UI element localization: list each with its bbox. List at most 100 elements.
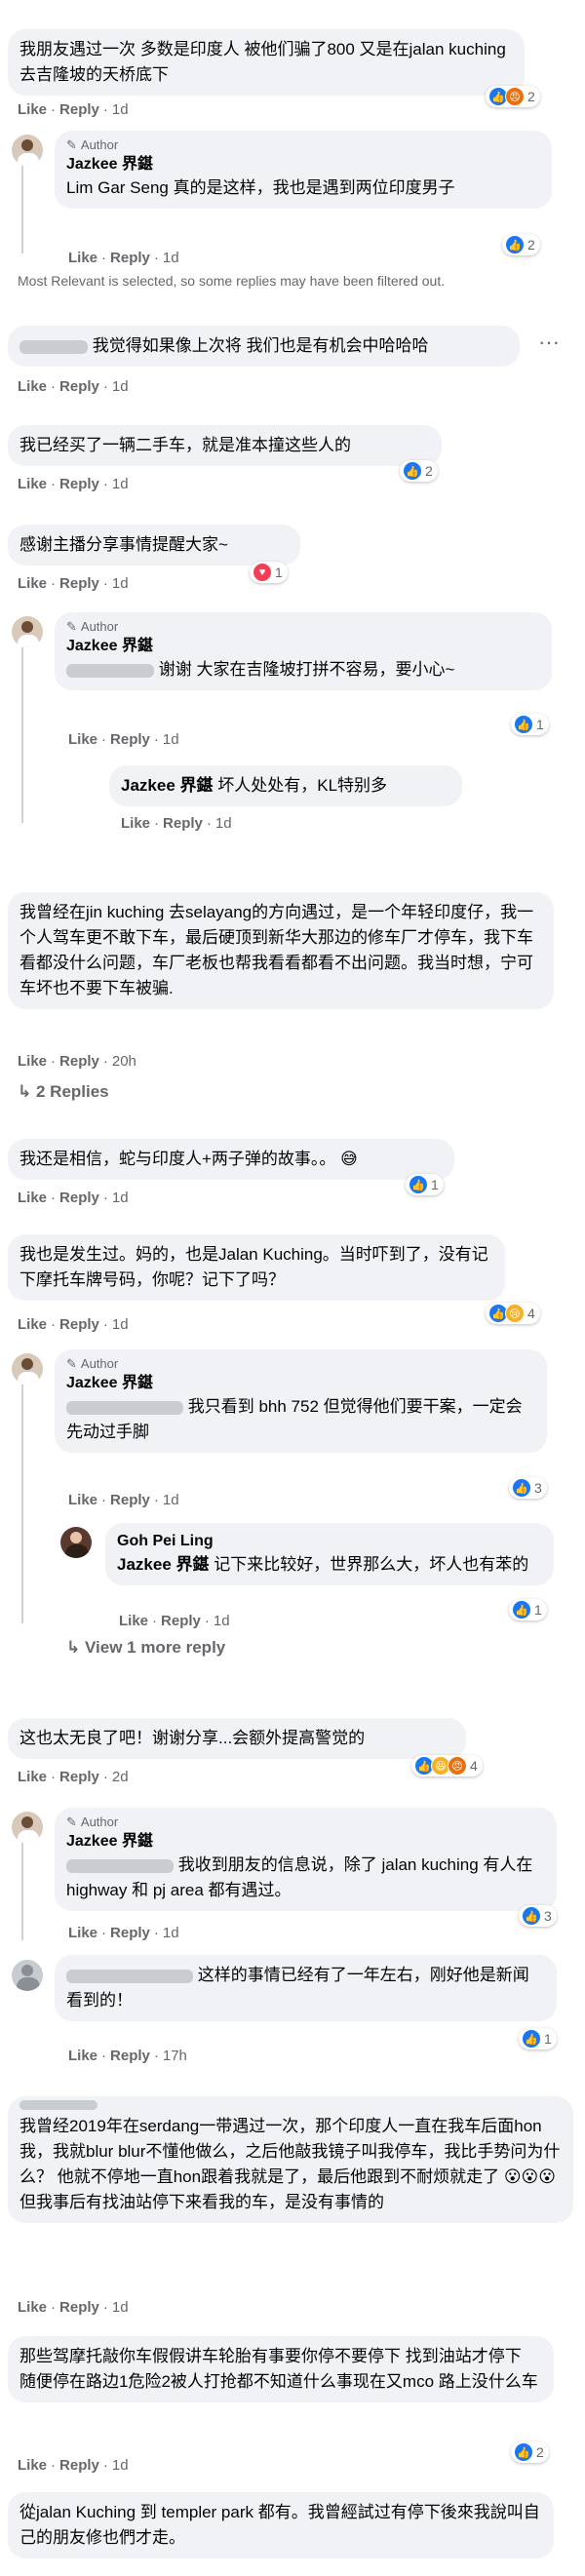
reply-button[interactable]: Reply [163, 815, 203, 832]
reaction-badge[interactable]: 👍 2 [511, 2441, 549, 2463]
timestamp[interactable]: 1d [112, 2457, 129, 2474]
reply-button[interactable]: Reply [59, 575, 99, 592]
like-button[interactable]: Like [18, 378, 47, 395]
like-button[interactable]: Like [68, 1925, 98, 1941]
timestamp[interactable]: 1d [163, 250, 179, 266]
reaction-badge[interactable]: 👍 😆 😠 4 [411, 1755, 483, 1776]
like-button[interactable]: Like [18, 101, 47, 118]
reply-button[interactable]: Reply [110, 250, 150, 266]
timestamp[interactable]: 1d [112, 1190, 129, 1206]
like-button[interactable]: Like [18, 1053, 47, 1070]
reply-button[interactable]: Reply [110, 2048, 150, 2064]
timestamp[interactable]: 1d [112, 101, 129, 118]
reaction-count: 3 [544, 1908, 552, 1924]
avatar[interactable] [12, 1353, 43, 1385]
like-button[interactable]: Like [121, 815, 150, 832]
reaction-badge[interactable]: ♥ 1 [250, 562, 288, 583]
more-options-icon[interactable]: ··· [538, 330, 560, 355]
like-button[interactable]: Like [68, 731, 98, 748]
reply-button[interactable]: Reply [59, 1190, 99, 1206]
reply-button[interactable]: Reply [59, 378, 99, 395]
comment-text: 我曾经在jin kuching 去selayang的方向遇过，是一个年轻印度仔，… [20, 903, 534, 997]
like-button[interactable]: Like [18, 476, 47, 492]
like-button[interactable]: Like [18, 2457, 47, 2474]
timestamp[interactable]: 1d [112, 575, 129, 592]
reply-button[interactable]: Reply [59, 1769, 99, 1785]
reply-arrow-icon: ↳ [18, 1082, 32, 1101]
reaction-count: 1 [534, 1602, 542, 1618]
like-button[interactable]: Like [18, 1190, 47, 1206]
comment-bubble: 感谢主播分享事情提醒大家~ [8, 525, 300, 566]
commenter-name[interactable]: Jazkee 界鍖 [66, 154, 540, 176]
timestamp[interactable]: 1d [112, 476, 129, 492]
reaction-badge[interactable]: 👍 1 [511, 714, 549, 735]
reaction-badge[interactable]: 👍 1 [519, 2028, 557, 2049]
reply-button[interactable]: Reply [110, 1492, 150, 1508]
timestamp[interactable]: 1d [163, 731, 179, 748]
reply-button[interactable]: Reply [161, 1613, 201, 1629]
like-button[interactable]: Like [18, 1769, 47, 1785]
timestamp[interactable]: 1d [112, 1316, 129, 1333]
commenter-name[interactable]: Jazkee 界鍖 [121, 776, 214, 795]
reaction-badge[interactable]: 👍 3 [519, 1905, 557, 1927]
like-button[interactable]: Like [68, 1492, 98, 1508]
reply-button[interactable]: Reply [110, 731, 150, 748]
like-button[interactable]: Like [18, 575, 47, 592]
timestamp[interactable]: 1d [163, 1925, 179, 1941]
timestamp[interactable]: 1d [112, 2299, 129, 2316]
reaction-badge[interactable]: 👍 😢 4 [486, 1303, 540, 1324]
comment-actions: Like · Reply · 1d [18, 2299, 129, 2316]
comment-text: 我也是发生过。妈的，也是Jalan Kuching。当时吓到了，没有记下摩托车牌… [20, 1245, 488, 1289]
reaction-count: 3 [534, 1480, 542, 1496]
like-reaction-icon: 👍 [522, 2029, 541, 2049]
reply-button[interactable]: Reply [59, 101, 99, 118]
reply-button[interactable]: Reply [110, 1925, 150, 1941]
reaction-badge[interactable]: 👍 1 [509, 1599, 547, 1620]
reply-thread-line [21, 647, 23, 823]
commenter-name[interactable]: Jazkee 界鍖 [66, 1373, 535, 1394]
view-replies-link[interactable]: ↳ 2 Replies [18, 1082, 109, 1102]
avatar[interactable] [12, 1960, 43, 1991]
commenter-name[interactable]: Jazkee 界鍖 [66, 1831, 545, 1853]
timestamp[interactable]: 2d [112, 1769, 129, 1785]
view-more-replies-link[interactable]: ↳ View 1 more reply [66, 1638, 225, 1658]
reaction-badge[interactable]: 👍 3 [509, 1477, 547, 1499]
reply-button[interactable]: Reply [59, 2299, 99, 2316]
timestamp[interactable]: 17h [163, 2048, 187, 2064]
author-badge: ✎ Author [66, 1815, 119, 1829]
like-button[interactable]: Like [119, 1613, 148, 1629]
blurred-name [20, 339, 88, 354]
reaction-badge[interactable]: 👍 2 [400, 460, 438, 482]
comment-actions: Like · Reply · 1d [121, 815, 232, 832]
reaction-badge[interactable]: 👍 😠 2 [486, 86, 540, 107]
reply-button[interactable]: Reply [59, 1316, 99, 1333]
reply-thread-line [21, 1385, 23, 1623]
like-button[interactable]: Like [18, 1316, 47, 1333]
reaction-badge[interactable]: 👍 2 [502, 234, 540, 255]
reply-button[interactable]: Reply [59, 476, 99, 492]
comment-bubble: 那些驾摩托敲你车假假讲车轮胎有事要你停不要停下 找到油站才停下 随便停在路边1危… [8, 2336, 554, 2402]
reaction-count: 4 [470, 1758, 478, 1774]
reply-button[interactable]: Reply [59, 1053, 99, 1070]
like-button[interactable]: Like [18, 2299, 47, 2316]
like-button[interactable]: Like [68, 250, 98, 266]
timestamp[interactable]: 1d [215, 815, 232, 832]
avatar[interactable] [60, 1527, 92, 1558]
reaction-badge[interactable]: 👍 1 [406, 1174, 444, 1195]
commenter-name[interactable]: Goh Pei Ling [117, 1531, 542, 1552]
avatar[interactable] [12, 616, 43, 647]
timestamp[interactable]: 1d [214, 1613, 230, 1629]
mention-link[interactable]: Jazkee 界鍖 [117, 1555, 210, 1574]
reaction-count: 4 [527, 1306, 535, 1321]
like-button[interactable]: Like [68, 2048, 98, 2064]
reply-bubble: ✎ Author Jazkee 界鍖 谢谢 大家在吉隆坡打拼不容易，要小心~ [55, 612, 552, 690]
blurred-mention [66, 663, 154, 678]
timestamp[interactable]: 20h [112, 1053, 136, 1070]
timestamp[interactable]: 1d [163, 1492, 179, 1508]
timestamp[interactable]: 1d [112, 378, 129, 395]
reply-button[interactable]: Reply [59, 2457, 99, 2474]
commenter-name[interactable]: Jazkee 界鍖 [66, 636, 540, 657]
comment-text-line2: 但我事后有找油站停下来看我的车，是没有事情的 [20, 2193, 384, 2211]
avatar[interactable] [12, 135, 43, 166]
avatar[interactable] [12, 1812, 43, 1843]
